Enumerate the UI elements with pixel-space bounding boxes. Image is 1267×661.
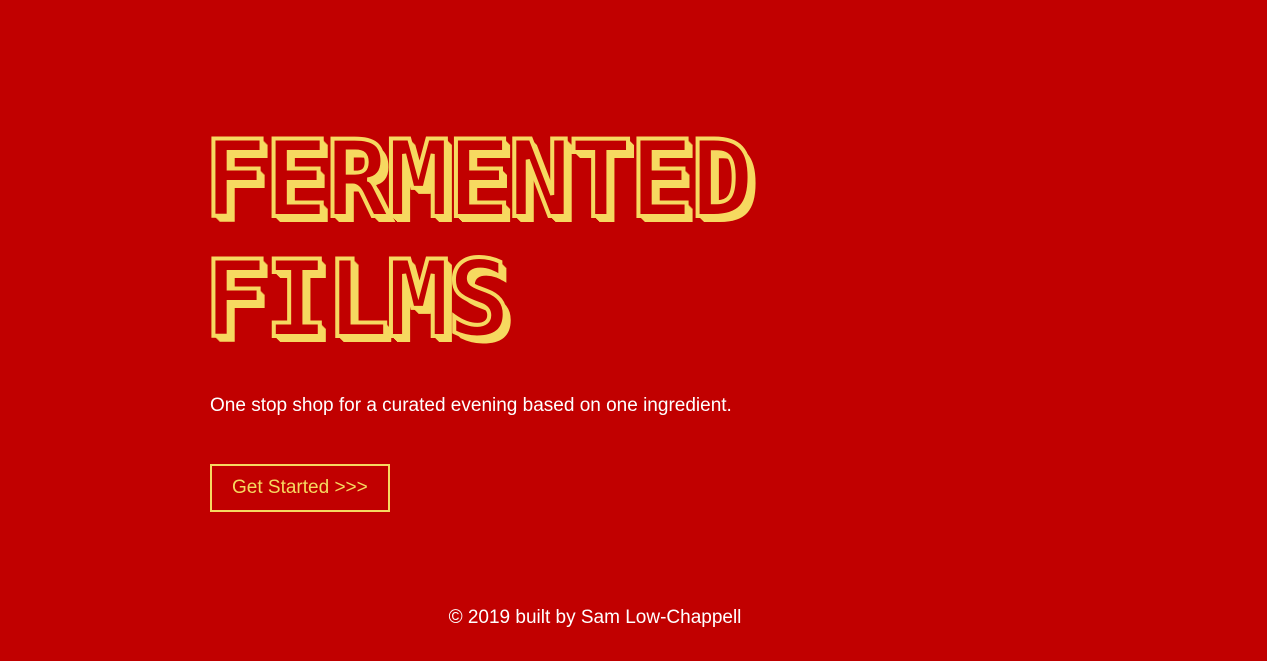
footer-credit: © 2019 built by Sam Low-Chappell: [448, 607, 742, 628]
page-title: FERMENTED FILMS: [202, 118, 1110, 362]
hero-section: FERMENTED FILMS One stop shop for a cura…: [202, 118, 1110, 512]
title-line-1: FERMENTED: [202, 118, 756, 242]
title-line-2: FILMS: [202, 238, 513, 362]
get-started-button[interactable]: Get Started >>>: [210, 464, 390, 512]
tagline: One stop shop for a curated evening base…: [210, 395, 732, 416]
